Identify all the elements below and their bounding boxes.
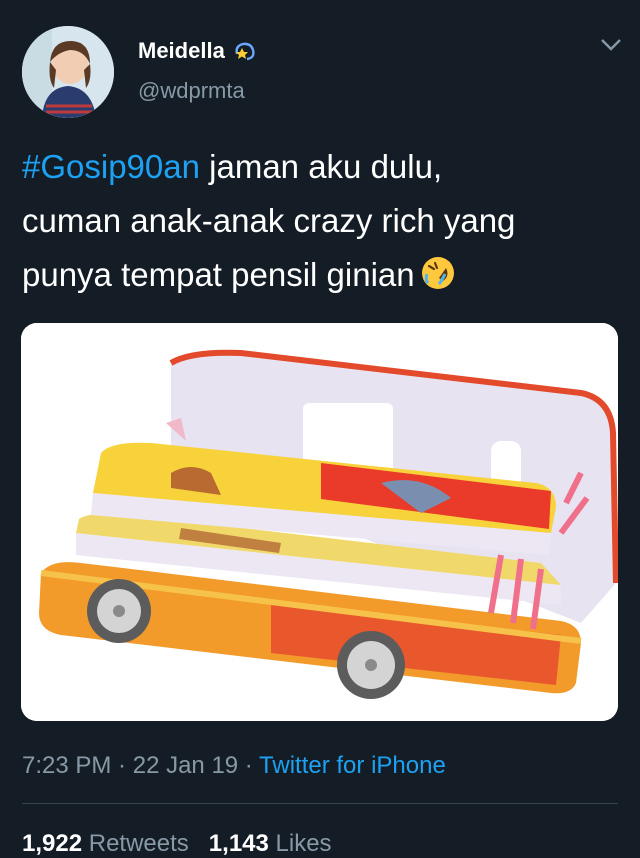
tweet-line-3: punya tempat pensil ginian <box>22 248 622 302</box>
pencil-case-photo <box>21 323 618 721</box>
tweet-line-1-text: jaman aku dulu, <box>199 148 443 185</box>
meta-separator: · <box>238 752 260 779</box>
chevron-down-icon[interactable] <box>600 38 622 52</box>
tweet-source-link[interactable]: Twitter for iPhone <box>259 752 446 779</box>
name-row: Meidella <box>138 38 257 64</box>
tweet-time: 7:23 PM <box>22 752 112 779</box>
avatar-photo <box>22 26 114 118</box>
tweet-line-2: cuman anak-anak crazy rich yang <box>22 202 516 239</box>
tweet-media[interactable] <box>21 323 618 721</box>
avatar[interactable] <box>22 26 114 118</box>
tweet-stats: 1,922 Retweets 1,143 Likes <box>22 830 332 858</box>
rolling-on-floor-laughing-emoji-icon <box>421 257 454 289</box>
tweet-meta: 7:23 PM · 22 Jan 19 · Twitter for iPhone <box>22 752 446 780</box>
user-handle[interactable]: @wdprmta <box>138 78 245 104</box>
tweet-date: 22 Jan 19 <box>132 752 239 779</box>
hashtag-link[interactable]: #Gosip90an <box>22 148 200 185</box>
tweet-text: #Gosip90an jaman aku dulu, cuman anak-an… <box>22 140 622 302</box>
dizzy-star-icon <box>235 42 255 61</box>
tweet-line-3-text: punya tempat pensil ginian <box>22 256 415 293</box>
divider <box>22 803 618 804</box>
tweet-line-1: #Gosip90an jaman aku dulu, <box>22 140 622 194</box>
display-name[interactable]: Meidella <box>138 38 225 64</box>
tweet-header: Meidella @wdprmta <box>22 26 622 118</box>
meta-separator: · <box>111 752 133 779</box>
